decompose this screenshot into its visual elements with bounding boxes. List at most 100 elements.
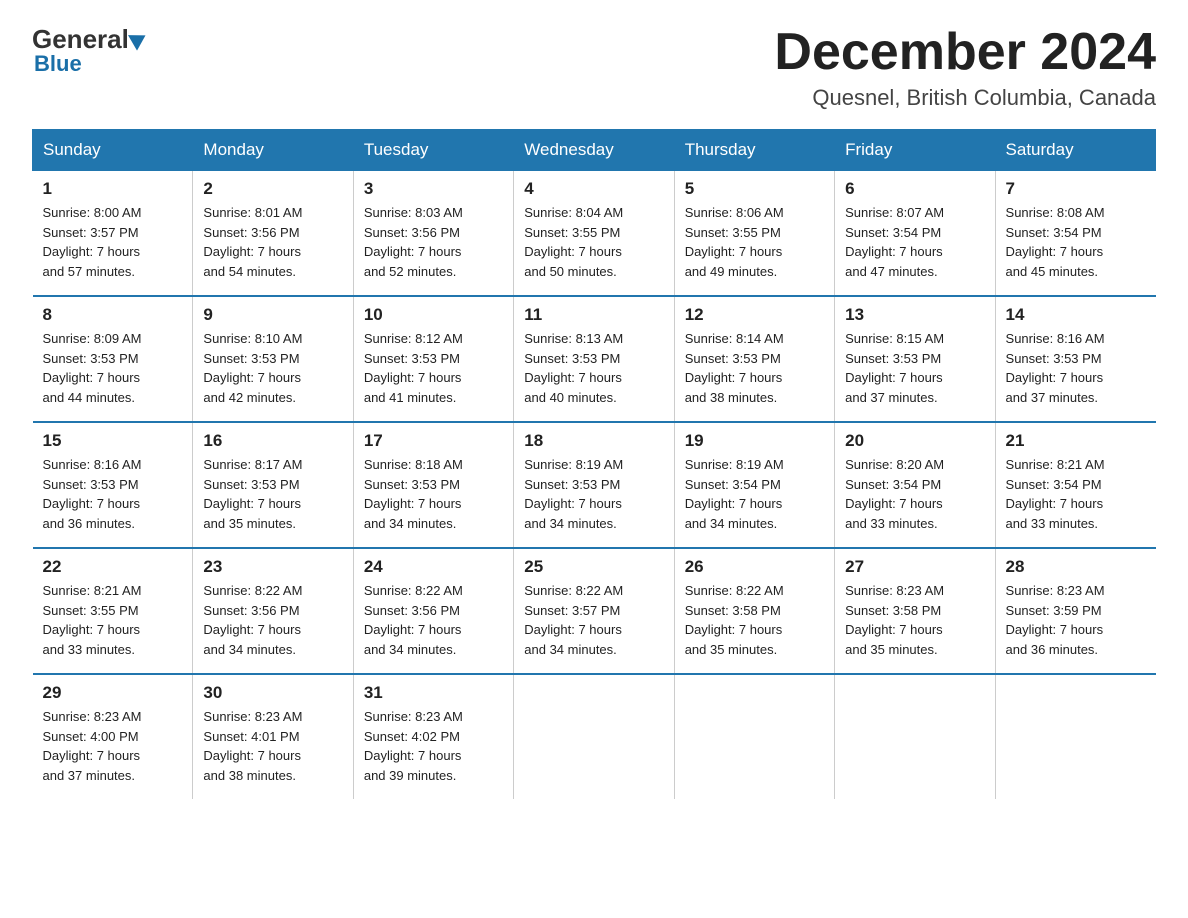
title-block: December 2024 Quesnel, British Columbia,… [774,24,1156,111]
day-number: 7 [1006,179,1146,199]
calendar-cell: 2 Sunrise: 8:01 AMSunset: 3:56 PMDayligh… [193,171,353,297]
day-number: 9 [203,305,342,325]
calendar-cell: 13 Sunrise: 8:15 AMSunset: 3:53 PMDaylig… [835,296,995,422]
day-number: 28 [1006,557,1146,577]
day-info: Sunrise: 8:12 AMSunset: 3:53 PMDaylight:… [364,329,503,407]
day-info: Sunrise: 8:17 AMSunset: 3:53 PMDaylight:… [203,455,342,533]
day-info: Sunrise: 8:22 AMSunset: 3:56 PMDaylight:… [203,581,342,659]
day-info: Sunrise: 8:23 AMSunset: 3:59 PMDaylight:… [1006,581,1146,659]
calendar-cell: 8 Sunrise: 8:09 AMSunset: 3:53 PMDayligh… [33,296,193,422]
day-info: Sunrise: 8:23 AMSunset: 4:00 PMDaylight:… [43,707,183,785]
day-info: Sunrise: 8:18 AMSunset: 3:53 PMDaylight:… [364,455,503,533]
day-info: Sunrise: 8:03 AMSunset: 3:56 PMDaylight:… [364,203,503,281]
calendar-cell: 7 Sunrise: 8:08 AMSunset: 3:54 PMDayligh… [995,171,1155,297]
day-info: Sunrise: 8:14 AMSunset: 3:53 PMDaylight:… [685,329,824,407]
day-info: Sunrise: 8:22 AMSunset: 3:56 PMDaylight:… [364,581,503,659]
calendar-week-3: 15 Sunrise: 8:16 AMSunset: 3:53 PMDaylig… [33,422,1156,548]
calendar-week-1: 1 Sunrise: 8:00 AMSunset: 3:57 PMDayligh… [33,171,1156,297]
day-info: Sunrise: 8:21 AMSunset: 3:55 PMDaylight:… [43,581,183,659]
calendar-cell: 21 Sunrise: 8:21 AMSunset: 3:54 PMDaylig… [995,422,1155,548]
calendar-cell: 12 Sunrise: 8:14 AMSunset: 3:53 PMDaylig… [674,296,834,422]
calendar-cell: 24 Sunrise: 8:22 AMSunset: 3:56 PMDaylig… [353,548,513,674]
day-info: Sunrise: 8:23 AMSunset: 3:58 PMDaylight:… [845,581,984,659]
calendar-cell: 20 Sunrise: 8:20 AMSunset: 3:54 PMDaylig… [835,422,995,548]
calendar-cell: 26 Sunrise: 8:22 AMSunset: 3:58 PMDaylig… [674,548,834,674]
logo-arrow-icon [128,27,150,50]
calendar-cell: 22 Sunrise: 8:21 AMSunset: 3:55 PMDaylig… [33,548,193,674]
day-number: 3 [364,179,503,199]
calendar-cell: 17 Sunrise: 8:18 AMSunset: 3:53 PMDaylig… [353,422,513,548]
calendar-cell: 3 Sunrise: 8:03 AMSunset: 3:56 PMDayligh… [353,171,513,297]
calendar-cell: 14 Sunrise: 8:16 AMSunset: 3:53 PMDaylig… [995,296,1155,422]
calendar-cell: 19 Sunrise: 8:19 AMSunset: 3:54 PMDaylig… [674,422,834,548]
day-number: 14 [1006,305,1146,325]
calendar-cell: 16 Sunrise: 8:17 AMSunset: 3:53 PMDaylig… [193,422,353,548]
day-number: 29 [43,683,183,703]
weekday-header-wednesday: Wednesday [514,130,674,171]
weekday-header-sunday: Sunday [33,130,193,171]
weekday-header-tuesday: Tuesday [353,130,513,171]
weekday-header-monday: Monday [193,130,353,171]
day-info: Sunrise: 8:06 AMSunset: 3:55 PMDaylight:… [685,203,824,281]
day-number: 26 [685,557,824,577]
day-number: 6 [845,179,984,199]
calendar-cell: 1 Sunrise: 8:00 AMSunset: 3:57 PMDayligh… [33,171,193,297]
day-info: Sunrise: 8:21 AMSunset: 3:54 PMDaylight:… [1006,455,1146,533]
day-number: 23 [203,557,342,577]
calendar-cell: 6 Sunrise: 8:07 AMSunset: 3:54 PMDayligh… [835,171,995,297]
day-info: Sunrise: 8:10 AMSunset: 3:53 PMDaylight:… [203,329,342,407]
day-info: Sunrise: 8:07 AMSunset: 3:54 PMDaylight:… [845,203,984,281]
calendar-cell: 10 Sunrise: 8:12 AMSunset: 3:53 PMDaylig… [353,296,513,422]
calendar-title: December 2024 [774,24,1156,81]
calendar-cell: 30 Sunrise: 8:23 AMSunset: 4:01 PMDaylig… [193,674,353,799]
day-number: 27 [845,557,984,577]
calendar-cell: 11 Sunrise: 8:13 AMSunset: 3:53 PMDaylig… [514,296,674,422]
calendar-cell [514,674,674,799]
calendar-cell [995,674,1155,799]
calendar-location: Quesnel, British Columbia, Canada [774,85,1156,111]
calendar-cell: 29 Sunrise: 8:23 AMSunset: 4:00 PMDaylig… [33,674,193,799]
day-number: 25 [524,557,663,577]
day-info: Sunrise: 8:22 AMSunset: 3:57 PMDaylight:… [524,581,663,659]
day-info: Sunrise: 8:15 AMSunset: 3:53 PMDaylight:… [845,329,984,407]
day-number: 30 [203,683,342,703]
calendar-cell [835,674,995,799]
day-info: Sunrise: 8:16 AMSunset: 3:53 PMDaylight:… [1006,329,1146,407]
day-info: Sunrise: 8:23 AMSunset: 4:02 PMDaylight:… [364,707,503,785]
day-number: 13 [845,305,984,325]
day-number: 1 [43,179,183,199]
weekday-header-friday: Friday [835,130,995,171]
day-number: 12 [685,305,824,325]
day-number: 18 [524,431,663,451]
calendar-week-5: 29 Sunrise: 8:23 AMSunset: 4:00 PMDaylig… [33,674,1156,799]
calendar-week-4: 22 Sunrise: 8:21 AMSunset: 3:55 PMDaylig… [33,548,1156,674]
day-number: 2 [203,179,342,199]
page-header: General Blue December 2024 Quesnel, Brit… [32,24,1156,111]
day-info: Sunrise: 8:09 AMSunset: 3:53 PMDaylight:… [43,329,183,407]
day-number: 10 [364,305,503,325]
calendar-table: SundayMondayTuesdayWednesdayThursdayFrid… [32,129,1156,799]
day-info: Sunrise: 8:04 AMSunset: 3:55 PMDaylight:… [524,203,663,281]
day-info: Sunrise: 8:22 AMSunset: 3:58 PMDaylight:… [685,581,824,659]
day-number: 11 [524,305,663,325]
calendar-cell: 15 Sunrise: 8:16 AMSunset: 3:53 PMDaylig… [33,422,193,548]
day-info: Sunrise: 8:19 AMSunset: 3:53 PMDaylight:… [524,455,663,533]
day-info: Sunrise: 8:19 AMSunset: 3:54 PMDaylight:… [685,455,824,533]
day-number: 8 [43,305,183,325]
day-number: 16 [203,431,342,451]
logo-blue-text: Blue [34,51,82,77]
day-info: Sunrise: 8:13 AMSunset: 3:53 PMDaylight:… [524,329,663,407]
calendar-cell: 9 Sunrise: 8:10 AMSunset: 3:53 PMDayligh… [193,296,353,422]
calendar-cell: 27 Sunrise: 8:23 AMSunset: 3:58 PMDaylig… [835,548,995,674]
day-number: 19 [685,431,824,451]
day-info: Sunrise: 8:16 AMSunset: 3:53 PMDaylight:… [43,455,183,533]
weekday-header-saturday: Saturday [995,130,1155,171]
day-number: 5 [685,179,824,199]
calendar-week-2: 8 Sunrise: 8:09 AMSunset: 3:53 PMDayligh… [33,296,1156,422]
calendar-cell: 4 Sunrise: 8:04 AMSunset: 3:55 PMDayligh… [514,171,674,297]
calendar-cell: 18 Sunrise: 8:19 AMSunset: 3:53 PMDaylig… [514,422,674,548]
day-info: Sunrise: 8:01 AMSunset: 3:56 PMDaylight:… [203,203,342,281]
calendar-cell: 25 Sunrise: 8:22 AMSunset: 3:57 PMDaylig… [514,548,674,674]
day-info: Sunrise: 8:20 AMSunset: 3:54 PMDaylight:… [845,455,984,533]
day-number: 20 [845,431,984,451]
